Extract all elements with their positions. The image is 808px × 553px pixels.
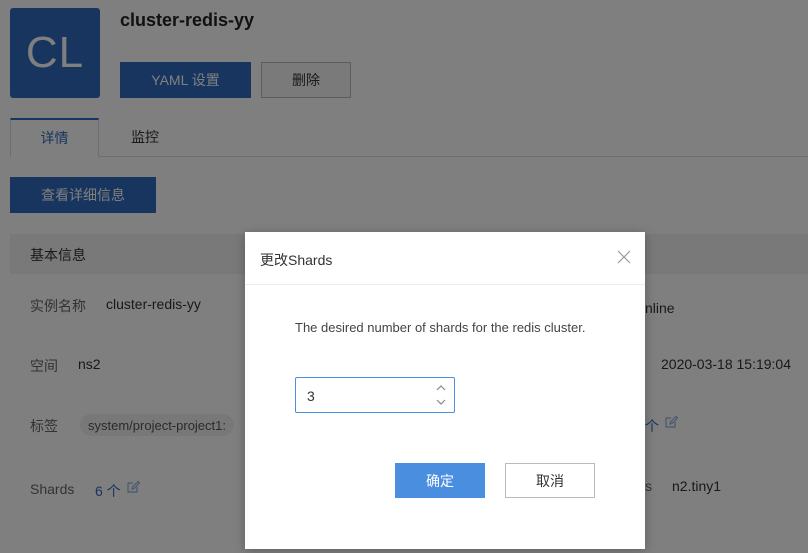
shards-number-input[interactable]: 3 [295,377,455,413]
modal-description: The desired number of shards for the red… [295,320,586,335]
modal-header: 更改Shards [245,232,645,285]
close-icon[interactable] [617,250,631,264]
modal-title: 更改Shards [260,252,333,268]
shards-input-value[interactable]: 3 [307,388,315,404]
chevron-up-icon[interactable] [436,384,446,392]
cancel-button[interactable]: 取消 [505,463,595,498]
change-shards-modal: 更改Shards The desired number of shards fo… [245,232,645,549]
confirm-button[interactable]: 确定 [395,463,485,498]
chevron-down-icon[interactable] [436,398,446,406]
